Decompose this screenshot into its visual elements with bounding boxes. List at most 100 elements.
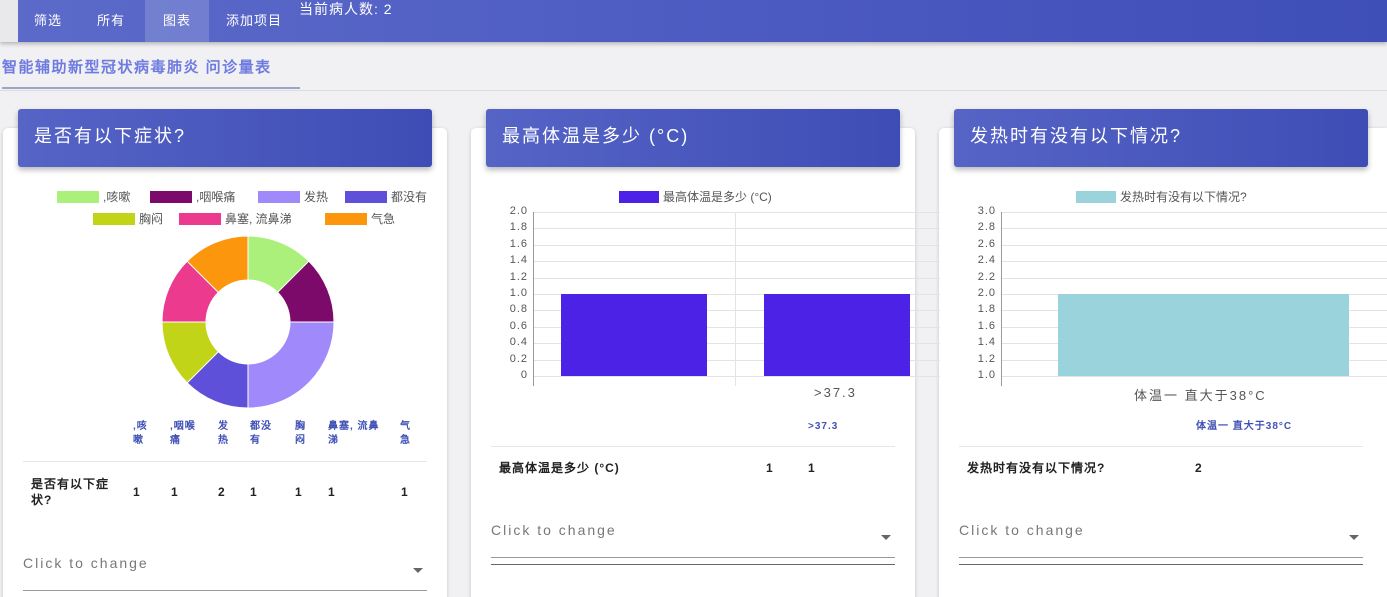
table-cell: 1 [766,461,773,475]
dropdown-arrow-icon[interactable] [1349,535,1359,540]
y-axis [1001,212,1002,386]
y-tick-label: 3.0 [977,205,996,217]
legend-item[interactable]: 气急 [325,212,395,226]
gridline [1001,278,1387,279]
y-tick-label: 1.4 [977,336,996,348]
table-header: 都没有 [250,421,272,446]
legend-item[interactable]: 最高体温是多少 (°C) [619,190,772,204]
legend-swatch [619,191,659,203]
gridline [533,261,940,262]
chart-select[interactable]: Click to change [959,522,1085,538]
legend-label: ,咳嗽 [103,190,131,204]
table-header: 胸闷 [295,421,306,446]
y-tick-label: 1.6 [977,320,996,332]
y-tick-label: 2.2 [977,271,996,283]
select-underline [23,590,427,591]
table-cell: 2 [1195,461,1202,475]
tab-filter[interactable]: 筛选 [18,0,78,42]
legend-item[interactable]: 都没有 [345,190,427,204]
gridline [1001,245,1387,246]
legend-item[interactable]: 胸闷 [93,212,163,226]
legend-label: 发热 [304,190,329,204]
gridline [1001,212,1387,213]
legend-label: 最高体温是多少 (°C) [663,190,772,204]
y-tick-label: 2.4 [977,254,996,266]
table-divider [959,446,1363,447]
chart-select[interactable]: Click to change [23,555,149,571]
table-cell: 2 [218,485,225,499]
y-tick-label: 1.0 [509,287,528,299]
gridline [533,376,940,377]
bar[interactable] [764,294,910,376]
table-header: ,咽喉痛 [170,421,196,446]
divider [0,90,1387,91]
x-tick-label: 体温一 直大于38°C [1134,388,1267,403]
y-tick-label: 2.8 [977,221,996,233]
select-underline [491,564,895,565]
gridline [533,212,940,213]
y-tick-label: 2.0 [509,205,528,217]
legend-swatch [150,191,192,203]
x-tick-label: >37.3 [814,385,857,400]
legend-swatch [93,213,135,225]
legend-item[interactable]: 鼻塞, 流鼻涕 [179,212,292,226]
gridline [533,278,940,279]
table-row-label: 发热时有没有以下情况? [967,461,1106,475]
y-tick-label: 0.8 [509,303,528,315]
y-tick-label: 1.8 [977,303,996,315]
select-underline [959,564,1363,565]
symptoms-donut-chart [161,235,335,409]
legend-swatch [1076,191,1116,203]
legend-label: 气急 [371,212,396,226]
legend-swatch [179,213,221,225]
max-temp-card-title: 最高体温是多少 (°C) [486,109,900,167]
y-tick-label: 1.8 [509,221,528,233]
nav-left-edge [0,0,18,42]
y-tick-label: 1.2 [509,271,528,283]
legend-label: 发热时有没有以下情况? [1120,190,1247,204]
gridline [533,245,940,246]
y-tick-label: 0.2 [509,353,528,365]
table-cell: 1 [808,461,815,475]
bar[interactable] [561,294,707,376]
dropdown-arrow-icon[interactable] [413,568,423,573]
y-tick-label: 0 [520,369,528,381]
bar[interactable] [1058,294,1349,376]
table-header: >37.3 [808,421,839,432]
tab-all[interactable]: 所有 [80,0,142,42]
table-cell: 1 [171,485,178,499]
y-tick-label: 1.0 [977,369,996,381]
legend-label: 都没有 [391,190,428,204]
legend-label: 鼻塞, 流鼻涕 [225,212,292,226]
donut-slice[interactable] [247,321,335,409]
tab-charts[interactable]: 图表 [145,0,209,42]
legend-swatch [258,191,300,203]
gridline [533,228,940,229]
select-underline [491,557,895,558]
legend-label: ,咽喉痛 [196,190,236,204]
gridline [1001,261,1387,262]
legend-item[interactable]: ,咳嗽 [57,190,130,204]
legend-swatch [57,191,99,203]
legend-item[interactable]: ,咽喉痛 [150,190,235,204]
gridline [1001,228,1387,229]
table-cell: 1 [295,485,302,499]
legend-item[interactable]: 发热 [258,190,328,204]
select-underline [959,557,1363,558]
table-cell: 1 [401,485,408,499]
legend-label: 胸闷 [139,212,164,226]
table-divider [491,446,895,447]
legend-item[interactable]: 发热时有没有以下情况? [1076,190,1247,204]
y-tick-label: 1.4 [509,254,528,266]
page-title[interactable]: 智能辅助新型冠状病毒肺炎 问诊量表 [2,56,272,77]
legend-swatch [345,191,387,203]
table-cell: 1 [250,485,257,499]
fever-card-title: 发热时有没有以下情况? [954,109,1368,167]
tab-add-item[interactable]: 添加项目 [213,0,295,42]
y-tick-label: 2.6 [977,238,996,250]
chart-select[interactable]: Click to change [491,522,617,538]
y-tick-label: 2.0 [977,287,996,299]
table-cell: 1 [328,485,335,499]
top-nav-bar: 筛选 所有 图表 添加项目 当前病人数: 2 [0,0,1387,42]
dropdown-arrow-icon[interactable] [881,535,891,540]
